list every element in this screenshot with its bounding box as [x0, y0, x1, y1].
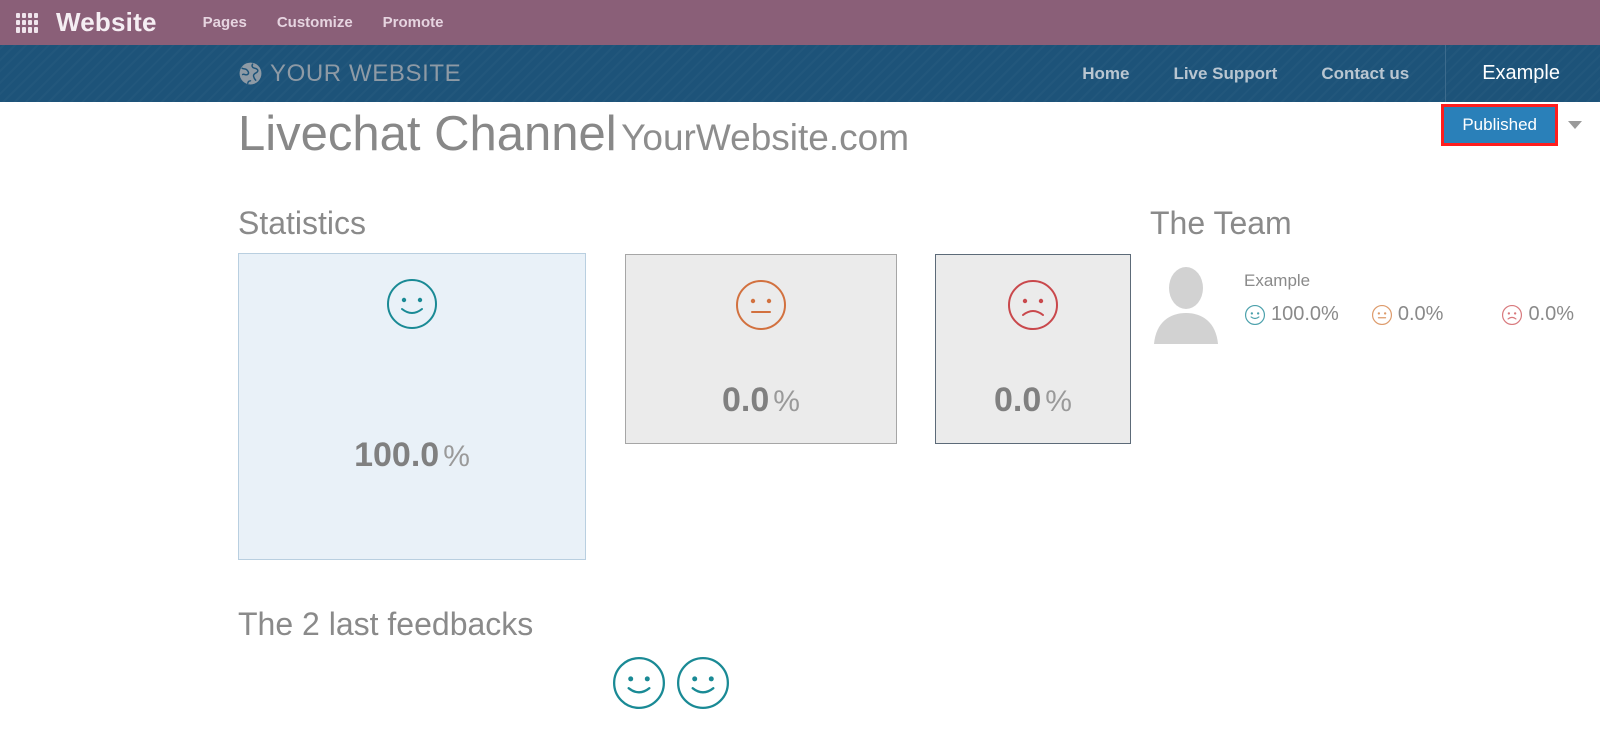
happy-face-icon[interactable]	[674, 654, 732, 712]
stat-number-happy: 100.0	[354, 436, 440, 474]
chevron-down-icon[interactable]	[1568, 121, 1582, 129]
website-navbar: YOUR WEBSITE Home Live Support Contact u…	[0, 45, 1600, 102]
nav-link-live-support[interactable]: Live Support	[1151, 64, 1299, 84]
neutral-face-icon	[736, 280, 786, 330]
sad-face-icon	[1008, 280, 1058, 330]
stat-card-neutral: 0.0%	[625, 254, 897, 444]
team-member-name: Example	[1244, 271, 1311, 290]
statistics-heading: Statistics	[238, 205, 367, 241]
stat-card-sad: 0.0%	[935, 254, 1131, 444]
team-member-info: Example 100.0% 0.0% 0.0%	[1244, 258, 1574, 326]
odoo-systray-bar: Website Pages Customize Promote	[0, 0, 1600, 45]
systray-menu-promote[interactable]: Promote	[383, 14, 444, 31]
team-stat-value-happy: 100.0%	[1271, 303, 1339, 325]
team-stat-sad: 0.0%	[1501, 303, 1574, 326]
team-heading: The Team	[1150, 205, 1292, 241]
globe-icon	[239, 62, 262, 85]
page-title-sub: YourWebsite.com	[621, 117, 910, 158]
team-stat-value-neutral: 0.0%	[1397, 303, 1444, 325]
stat-value-sad: 0.0%	[936, 381, 1130, 420]
sad-face-icon	[1502, 304, 1523, 325]
published-button[interactable]: Published	[1441, 104, 1558, 146]
team-stat-happy: 100.0%	[1244, 303, 1339, 326]
apps-grid-icon[interactable]	[16, 12, 38, 33]
page-title: Livechat Channel YourWebsite.com	[238, 106, 909, 162]
neutral-face-icon	[1371, 304, 1392, 325]
stat-unit-happy: %	[443, 440, 470, 473]
stat-unit-neutral: %	[773, 385, 800, 418]
stat-number-sad: 0.0	[994, 381, 1042, 419]
stat-value-neutral: 0.0%	[626, 381, 896, 420]
systray-app-name[interactable]: Website	[56, 7, 157, 38]
publish-control: Published	[1441, 104, 1582, 146]
stat-card-happy: 100.0%	[238, 253, 586, 560]
nav-user-menu[interactable]: Example	[1446, 62, 1600, 85]
feedback-list	[610, 654, 732, 712]
team-stat-value-sad: 0.0%	[1528, 303, 1575, 325]
happy-face-icon	[1244, 304, 1266, 325]
stat-unit-sad: %	[1045, 385, 1072, 418]
site-logo-text: YOUR WEBSITE	[270, 59, 462, 87]
nav-link-contact-us[interactable]: Contact us	[1299, 64, 1431, 84]
stat-number-neutral: 0.0	[722, 381, 770, 419]
team-member-stats: 100.0% 0.0% 0.0%	[1244, 303, 1574, 326]
navbar-links: Home Live Support Contact us Example	[1060, 45, 1600, 102]
happy-face-icon[interactable]	[610, 654, 668, 712]
default-avatar-icon	[1154, 267, 1218, 344]
team-member: Example 100.0% 0.0% 0.0%	[1150, 258, 1574, 344]
systray-menu-pages[interactable]: Pages	[203, 14, 247, 31]
stat-value-happy: 100.0%	[239, 436, 585, 475]
page-title-main: Livechat Channel	[238, 107, 617, 161]
team-stat-neutral: 0.0%	[1371, 303, 1444, 326]
feedbacks-heading: The 2 last feedbacks	[238, 606, 534, 642]
nav-link-home[interactable]: Home	[1060, 64, 1151, 84]
happy-face-icon	[387, 279, 437, 329]
site-logo[interactable]: YOUR WEBSITE	[238, 60, 461, 88]
systray-menu-customize[interactable]: Customize	[277, 14, 353, 31]
